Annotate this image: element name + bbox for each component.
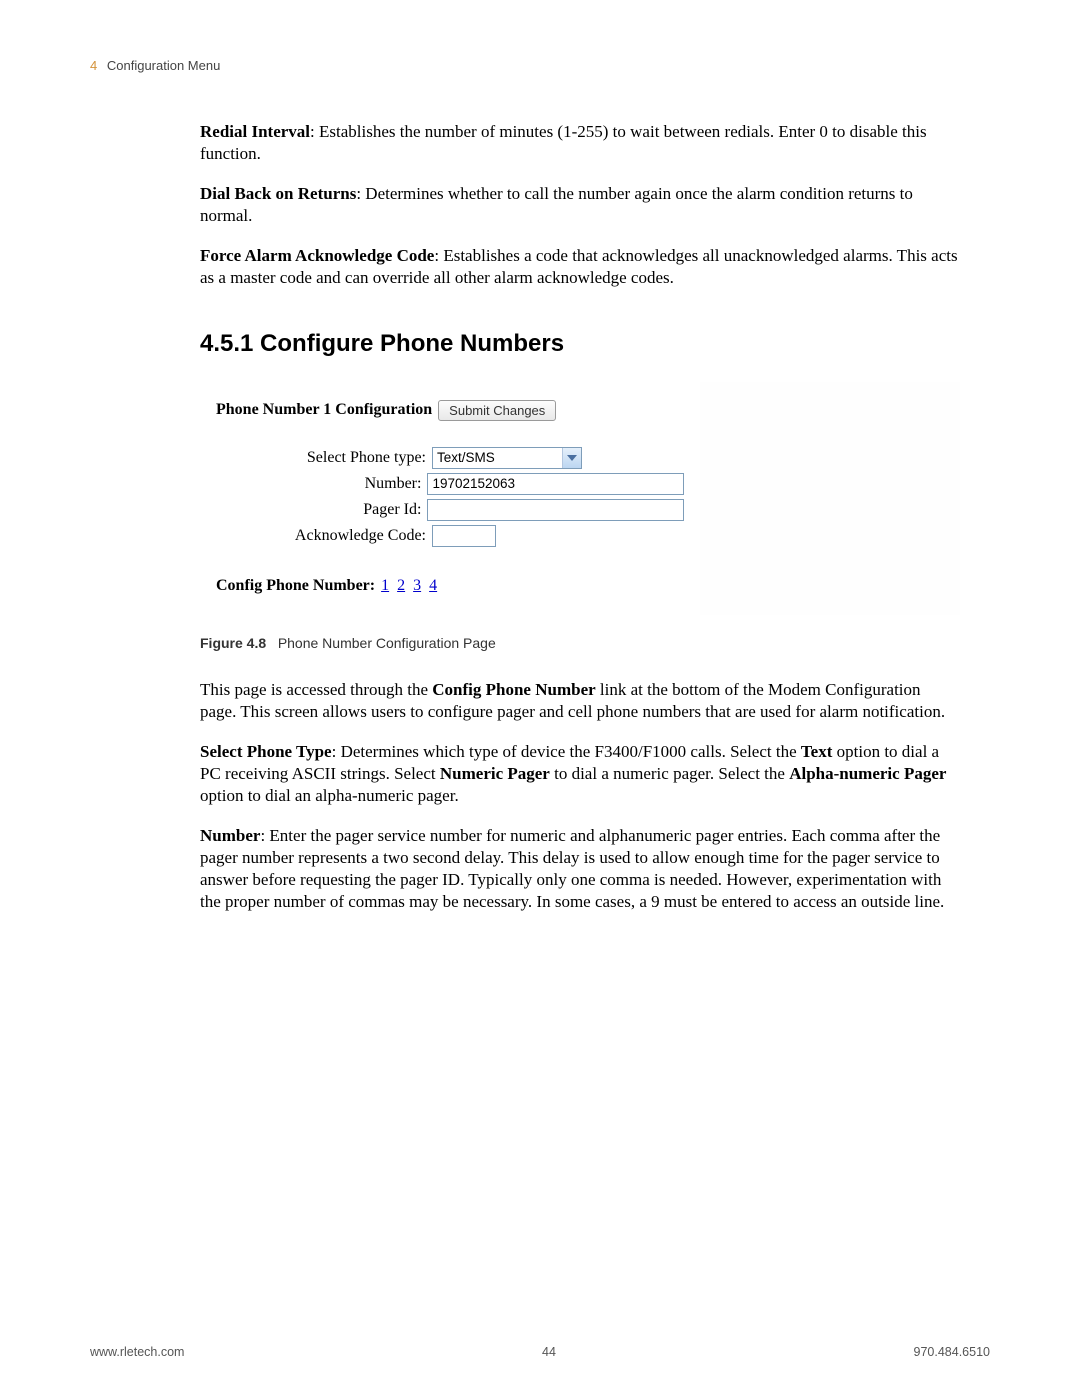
select-phone-type[interactable] <box>432 447 582 469</box>
config-phone-link-4[interactable]: 4 <box>429 577 437 594</box>
submit-changes-button[interactable]: Submit Changes <box>438 400 556 421</box>
config-phone-link-2[interactable]: 2 <box>397 577 405 594</box>
select-bold-alpha: Alpha-numeric Pager <box>789 764 946 783</box>
config-phone-links-row: Config Phone Number: 1 2 3 4 <box>216 577 684 595</box>
pager-id-field[interactable] <box>427 499 684 521</box>
para-intro: This page is accessed through the Config… <box>200 679 960 723</box>
label-ack-code: Acknowledge Code: <box>216 527 432 545</box>
footer-left: www.rletech.com <box>90 1345 184 1359</box>
label-number: Number: <box>216 475 427 493</box>
config-phone-links-label: Config Phone Number <box>216 577 370 594</box>
para-dialback: Dial Back on Returns: Determines whether… <box>200 183 960 227</box>
intro-pre: This page is accessed through the <box>200 680 432 699</box>
section-heading: 4.5.1 Configure Phone Numbers <box>200 330 960 358</box>
figure-title: Phone Number 1 Configuration <box>216 401 432 419</box>
select-phone-type-label: Select Phone Type <box>200 742 332 761</box>
select-text3: to dial a numeric pager. Select the <box>550 764 789 783</box>
intro-bold: Config Phone Number <box>432 680 595 699</box>
select-bold-text: Text <box>801 742 833 761</box>
number-text: : Enter the pager service number for num… <box>200 826 944 911</box>
config-phone-link-1[interactable]: 1 <box>381 577 389 594</box>
figure-caption-label: Figure 4.8 <box>200 635 266 651</box>
figure-caption-text: Phone Number Configuration Page <box>278 635 496 651</box>
para-redial: Redial Interval: Establishes the number … <box>200 121 960 165</box>
page-footer: www.rletech.com 44 970.484.6510 <box>90 1345 990 1359</box>
figure-caption: Figure 4.8 Phone Number Configuration Pa… <box>200 635 960 651</box>
select-bold-numeric: Numeric Pager <box>440 764 550 783</box>
dialback-label: Dial Back on Returns <box>200 184 356 203</box>
chapter-number: 4 <box>90 58 97 73</box>
figure-4-8: Phone Number 1 Configuration Submit Chan… <box>200 382 960 615</box>
number-label: Number <box>200 826 260 845</box>
label-select-phone-type: Select Phone type: <box>216 449 432 467</box>
chapter-title: Configuration Menu <box>107 58 220 73</box>
select-text1: : Determines which type of device the F3… <box>332 742 801 761</box>
config-phone-link-3[interactable]: 3 <box>413 577 421 594</box>
footer-center: 44 <box>542 1345 556 1359</box>
page-header: 4 Configuration Menu <box>90 58 990 73</box>
para-select-phone-type: Select Phone Type: Determines which type… <box>200 741 960 807</box>
label-pager-id: Pager Id: <box>216 501 427 519</box>
acknowledge-code-field[interactable] <box>432 525 496 547</box>
redial-label: Redial Interval <box>200 122 310 141</box>
footer-right: 970.484.6510 <box>914 1345 990 1359</box>
para-force: Force Alarm Acknowledge Code: Establishe… <box>200 245 960 289</box>
para-number: Number: Enter the pager service number f… <box>200 825 960 913</box>
force-label: Force Alarm Acknowledge Code <box>200 246 434 265</box>
select-text4: option to dial an alpha-numeric pager. <box>200 786 459 805</box>
number-field[interactable] <box>427 473 684 495</box>
